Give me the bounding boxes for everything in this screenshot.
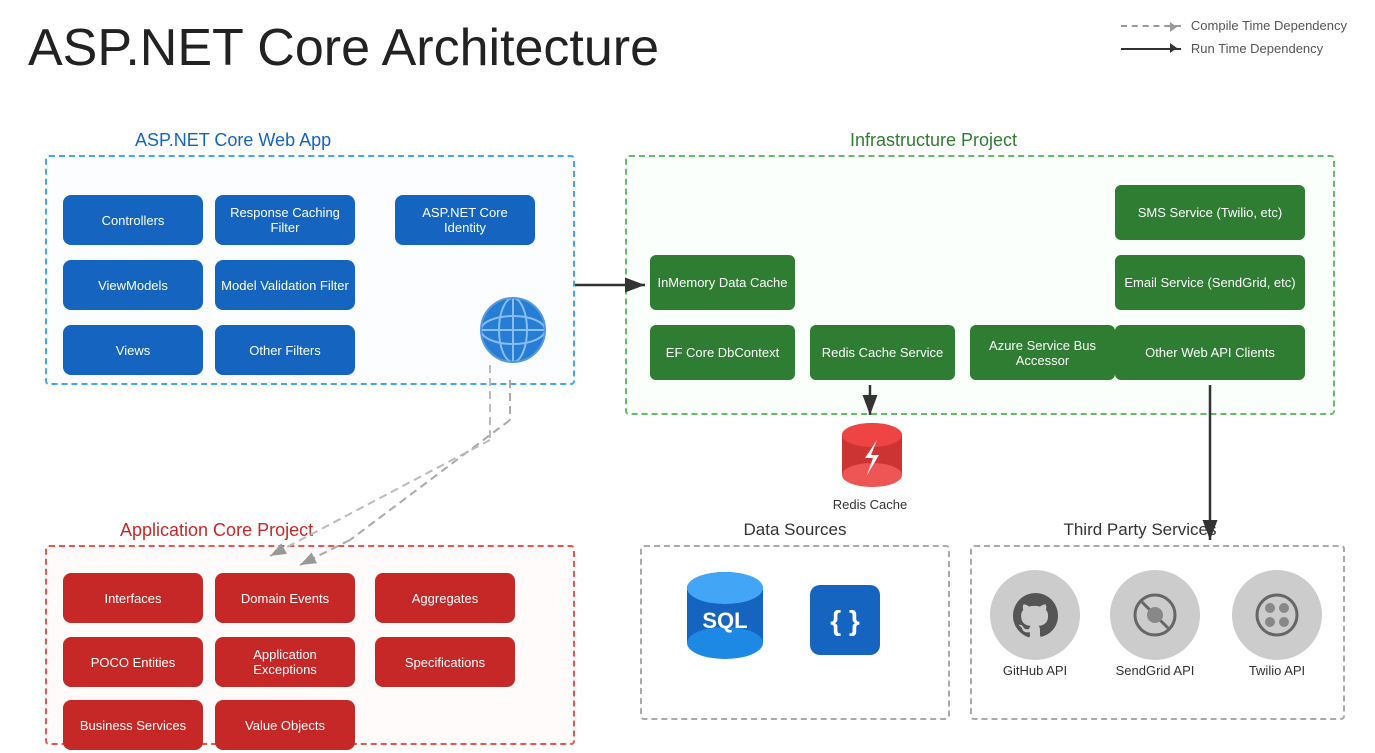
redis-cache-label: Redis Cache: [820, 497, 920, 512]
sql-icon: SQL: [680, 570, 770, 670]
sendgrid-label: SendGrid API: [1100, 663, 1210, 678]
dashed-arrow-icon: [1121, 25, 1181, 27]
webapp-label: ASP.NET Core Web App: [135, 130, 331, 151]
aggregates-box: Aggregates: [375, 573, 515, 623]
third-party-label: Third Party Services: [980, 520, 1300, 540]
value-objects-box: Value Objects: [215, 700, 355, 750]
solid-arrow-icon: [1121, 48, 1181, 50]
business-services-box: Business Services: [63, 700, 203, 750]
other-web-api-box: Other Web API Clients: [1115, 325, 1305, 380]
page-title: ASP.NET Core Architecture: [28, 18, 659, 78]
compile-time-legend: Compile Time Dependency: [1121, 18, 1347, 33]
model-validation-box: Model Validation Filter: [215, 260, 355, 310]
sendgrid-icon: [1110, 570, 1200, 660]
poco-entities-box: POCO Entities: [63, 637, 203, 687]
domain-events-box: Domain Events: [215, 573, 355, 623]
svg-text:{ }: { }: [830, 605, 860, 636]
ef-core-box: EF Core DbContext: [650, 325, 795, 380]
legend: Compile Time Dependency Run Time Depende…: [1121, 18, 1347, 56]
sms-service-box: SMS Service (Twilio, etc): [1115, 185, 1305, 240]
aspnet-identity-box: ASP.NET Core Identity: [395, 195, 535, 245]
other-filters-box: Other Filters: [215, 325, 355, 375]
specifications-box: Specifications: [375, 637, 515, 687]
data-sources-label: Data Sources: [680, 520, 910, 540]
azure-service-bus-box: Azure Service Bus Accessor: [970, 325, 1115, 380]
run-time-legend: Run Time Dependency: [1121, 41, 1347, 56]
response-caching-box: Response Caching Filter: [215, 195, 355, 245]
inmemory-cache-box: InMemory Data Cache: [650, 255, 795, 310]
interfaces-box: Interfaces: [63, 573, 203, 623]
email-service-box: Email Service (SendGrid, etc): [1115, 255, 1305, 310]
github-label: GitHub API: [990, 663, 1080, 678]
appcore-label: Application Core Project: [120, 520, 313, 541]
app-exceptions-box: Application Exceptions: [215, 637, 355, 687]
github-icon: [990, 570, 1080, 660]
infrastructure-label: Infrastructure Project: [850, 130, 1017, 151]
twilio-icon: [1232, 570, 1322, 660]
nosql-icon: { }: [800, 570, 890, 670]
views-box: Views: [63, 325, 203, 375]
viewmodels-box: ViewModels: [63, 260, 203, 310]
twilio-label: Twilio API: [1232, 663, 1322, 678]
svg-text:SQL: SQL: [702, 608, 747, 633]
controllers-box: Controllers: [63, 195, 203, 245]
redis-cache-svc-box: Redis Cache Service: [810, 325, 955, 380]
aspnet-globe-icon: [478, 295, 548, 365]
redis-cache-icon: [837, 420, 907, 495]
